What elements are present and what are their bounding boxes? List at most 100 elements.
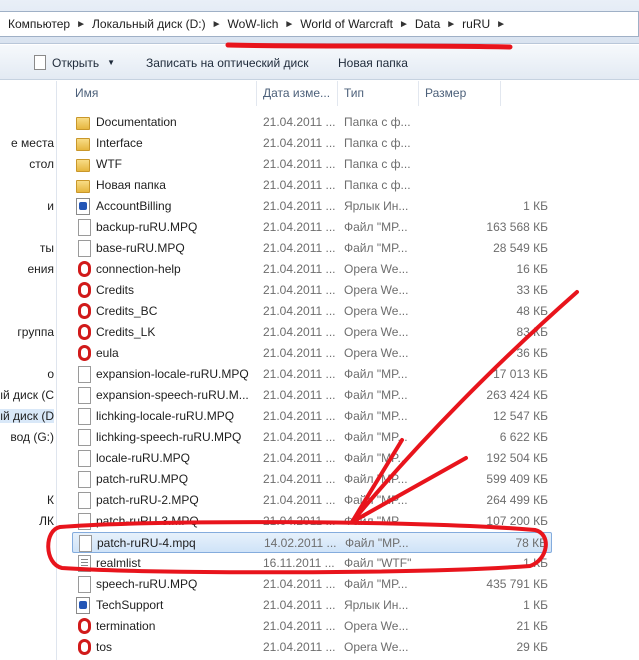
chevron-right-icon[interactable]: ► [446,19,456,30]
file-type: Файл "MP... [344,388,408,402]
file-row[interactable]: connection-help 21.04.2011 ... Opera We...… [72,259,552,280]
nav-item-homegroup[interactable]: группа [17,325,54,339]
file-row[interactable]: expansion-locale-ruRU.MPQ 21.04.2011 ... Ф… [72,364,552,385]
file-icon [78,219,91,236]
file-type: Ярлык Ин... [344,598,409,612]
file-row[interactable]: base-ruRU.MPQ 21.04.2011 ... Файл "MP... 28… [72,238,552,259]
file-row[interactable]: Credits_LK 21.04.2011 ... Opera We... 83 КБ [72,322,552,343]
file-date: 21.04.2011 ... [263,283,336,297]
file-type: Opera We... [344,619,409,633]
file-row[interactable]: patch-ruRU-2.MPQ 21.04.2011 ... Файл "MP..… [72,490,552,511]
file-name: locale-ruRU.MPQ [96,451,191,465]
navigation-pane[interactable]: е места стол и ты ения группа о ый диск … [0,81,57,660]
file-type: Файл "MP... [344,409,408,423]
crumb-data[interactable]: Data [415,17,440,31]
nav-item-network[interactable]: К [47,493,54,507]
file-row[interactable]: speech-ruRU.MPQ 21.04.2011 ... Файл "MP...… [72,574,552,595]
chevron-right-icon[interactable]: ► [76,19,86,30]
file-row[interactable]: Interface 21.04.2011 ... Папка с ф... [72,133,552,154]
file-row[interactable]: Credits_BC 21.04.2011 ... Opera We... 48 КБ [72,301,552,322]
file-row[interactable]: TechSupport 21.04.2011 ... Ярлык Ин... 1 КБ [72,595,552,616]
file-name: Documentation [96,115,177,129]
crumb-wow-lich[interactable]: WoW-lich [227,17,278,31]
file-name: patch-ruRU.MPQ [96,472,189,486]
file-row[interactable]: Новая папка 21.04.2011 ... Папка с ф... [72,175,552,196]
file-date: 21.04.2011 ... [263,325,336,339]
file-size: 263 424 КБ [486,388,548,402]
crumb-computer[interactable]: Компьютер [8,17,70,31]
file-icon [78,450,91,467]
file-row[interactable]: termination 21.04.2011 ... Opera We... 21 К… [72,616,552,637]
column-header-type[interactable]: Тип [338,81,419,106]
file-row[interactable]: patch-ruRU.MPQ 21.04.2011 ... Файл "MP... 5… [72,469,552,490]
file-size: 29 КБ [516,640,548,654]
file-row[interactable]: realmlist 16.11.2011 ... Файл "WTF" 1 КБ [72,553,552,574]
file-type: Opera We... [344,262,409,276]
column-header-date[interactable]: Дата изме... [257,81,338,106]
crumb-disk-d[interactable]: Локальный диск (D:) [92,17,206,31]
new-folder-button[interactable]: Новая папка [338,45,408,80]
file-name: Новая папка [96,178,166,192]
file-date: 21.04.2011 ... [263,640,336,654]
file-size: 1 КБ [523,199,548,213]
nav-item-disk-c[interactable]: ый диск (C [0,388,54,402]
opera-icon [78,345,91,361]
command-bar: Открыть ▼ Записать на оптический диск Но… [0,45,639,80]
file-name: Interface [96,136,143,150]
column-header-name[interactable]: Имя [69,81,257,106]
file-row[interactable]: locale-ruRU.MPQ 21.04.2011 ... Файл "MP...… [72,448,552,469]
file-name: backup-ruRU.MPQ [96,220,198,234]
file-name: termination [96,619,156,633]
dropdown-arrow-icon[interactable]: ▼ [107,58,115,67]
file-size: 6 622 КБ [499,430,548,444]
nav-item-disk-d[interactable]: ый диск (D [0,409,54,423]
chevron-right-icon[interactable]: ► [496,19,506,30]
file-type: Папка с ф... [344,115,411,129]
column-header-size[interactable]: Размер [419,81,501,106]
file-type: Opera We... [344,325,409,339]
file-row[interactable]: lichking-locale-ruRU.MPQ 21.04.2011 ... Фа… [72,406,552,427]
file-date: 21.04.2011 ... [263,241,336,255]
nav-item-libraries[interactable]: и [47,199,54,213]
text-file-icon [78,555,91,572]
chevron-right-icon[interactable]: ► [284,19,294,30]
file-row[interactable]: backup-ruRU.MPQ 21.04.2011 ... Файл "MP...… [72,217,552,238]
file-icon [34,55,46,70]
file-row[interactable]: AccountBilling 21.04.2011 ... Ярлык Ин... 1… [72,196,552,217]
file-type: Файл "WTF" [344,556,412,570]
open-button[interactable]: Открыть ▼ [34,45,115,80]
nav-item-images[interactable]: ения [27,262,54,276]
file-row-selected[interactable]: patch-ruRU-4.mpq 14.02.2011 ... Файл "MP..… [72,532,552,553]
file-type: Opera We... [344,640,409,654]
nav-item-computer[interactable]: о [47,367,54,381]
nav-item-pc[interactable]: ЛК [39,514,54,528]
crumb-ruru[interactable]: ruRU [462,17,490,31]
nav-item-recent-places[interactable]: е места [11,136,54,150]
address-bar[interactable]: Компьютер ► Локальный диск (D:) ► WoW-li… [0,11,639,37]
crumb-world-of-warcraft[interactable]: World of Warcraft [300,17,393,31]
chevron-right-icon[interactable]: ► [212,19,222,30]
file-date: 21.04.2011 ... [263,346,336,360]
file-row[interactable]: expansion-speech-ruRU.M... 21.04.2011 ...… [72,385,552,406]
nav-item-drive-g[interactable]: вод (G:) [10,430,54,444]
open-label: Открыть [52,55,100,70]
file-row[interactable]: lichking-speech-ruRU.MPQ 21.04.2011 ... Фа… [72,427,552,448]
file-row[interactable]: WTF 21.04.2011 ... Папка с ф... [72,154,552,175]
file-size: 28 549 КБ [493,241,548,255]
file-name: Credits [96,283,135,297]
chevron-right-icon[interactable]: ► [399,19,409,30]
file-row[interactable]: tos 21.04.2011 ... Opera We... 29 КБ [72,637,552,658]
file-name: tos [96,640,113,654]
file-row[interactable]: Documentation 21.04.2011 ... Папка с ф... [72,112,552,133]
file-date: 21.04.2011 ... [263,451,336,465]
file-icon [78,240,91,257]
file-date: 21.04.2011 ... [263,115,336,129]
nav-item-documents[interactable]: ты [40,241,54,255]
file-type: Файл "MP... [344,367,408,381]
file-row[interactable]: eula 21.04.2011 ... Opera We... 36 КБ [72,343,552,364]
burn-disc-button[interactable]: Записать на оптический диск [146,45,309,80]
file-row[interactable]: patch-ruRU-3.MPQ 21.04.2011 ... Файл "MP..… [72,511,552,532]
nav-item-desktop[interactable]: стол [29,157,54,171]
file-size: 12 547 КБ [493,409,548,423]
file-row[interactable]: Credits 21.04.2011 ... Opera We... 33 КБ [72,280,552,301]
